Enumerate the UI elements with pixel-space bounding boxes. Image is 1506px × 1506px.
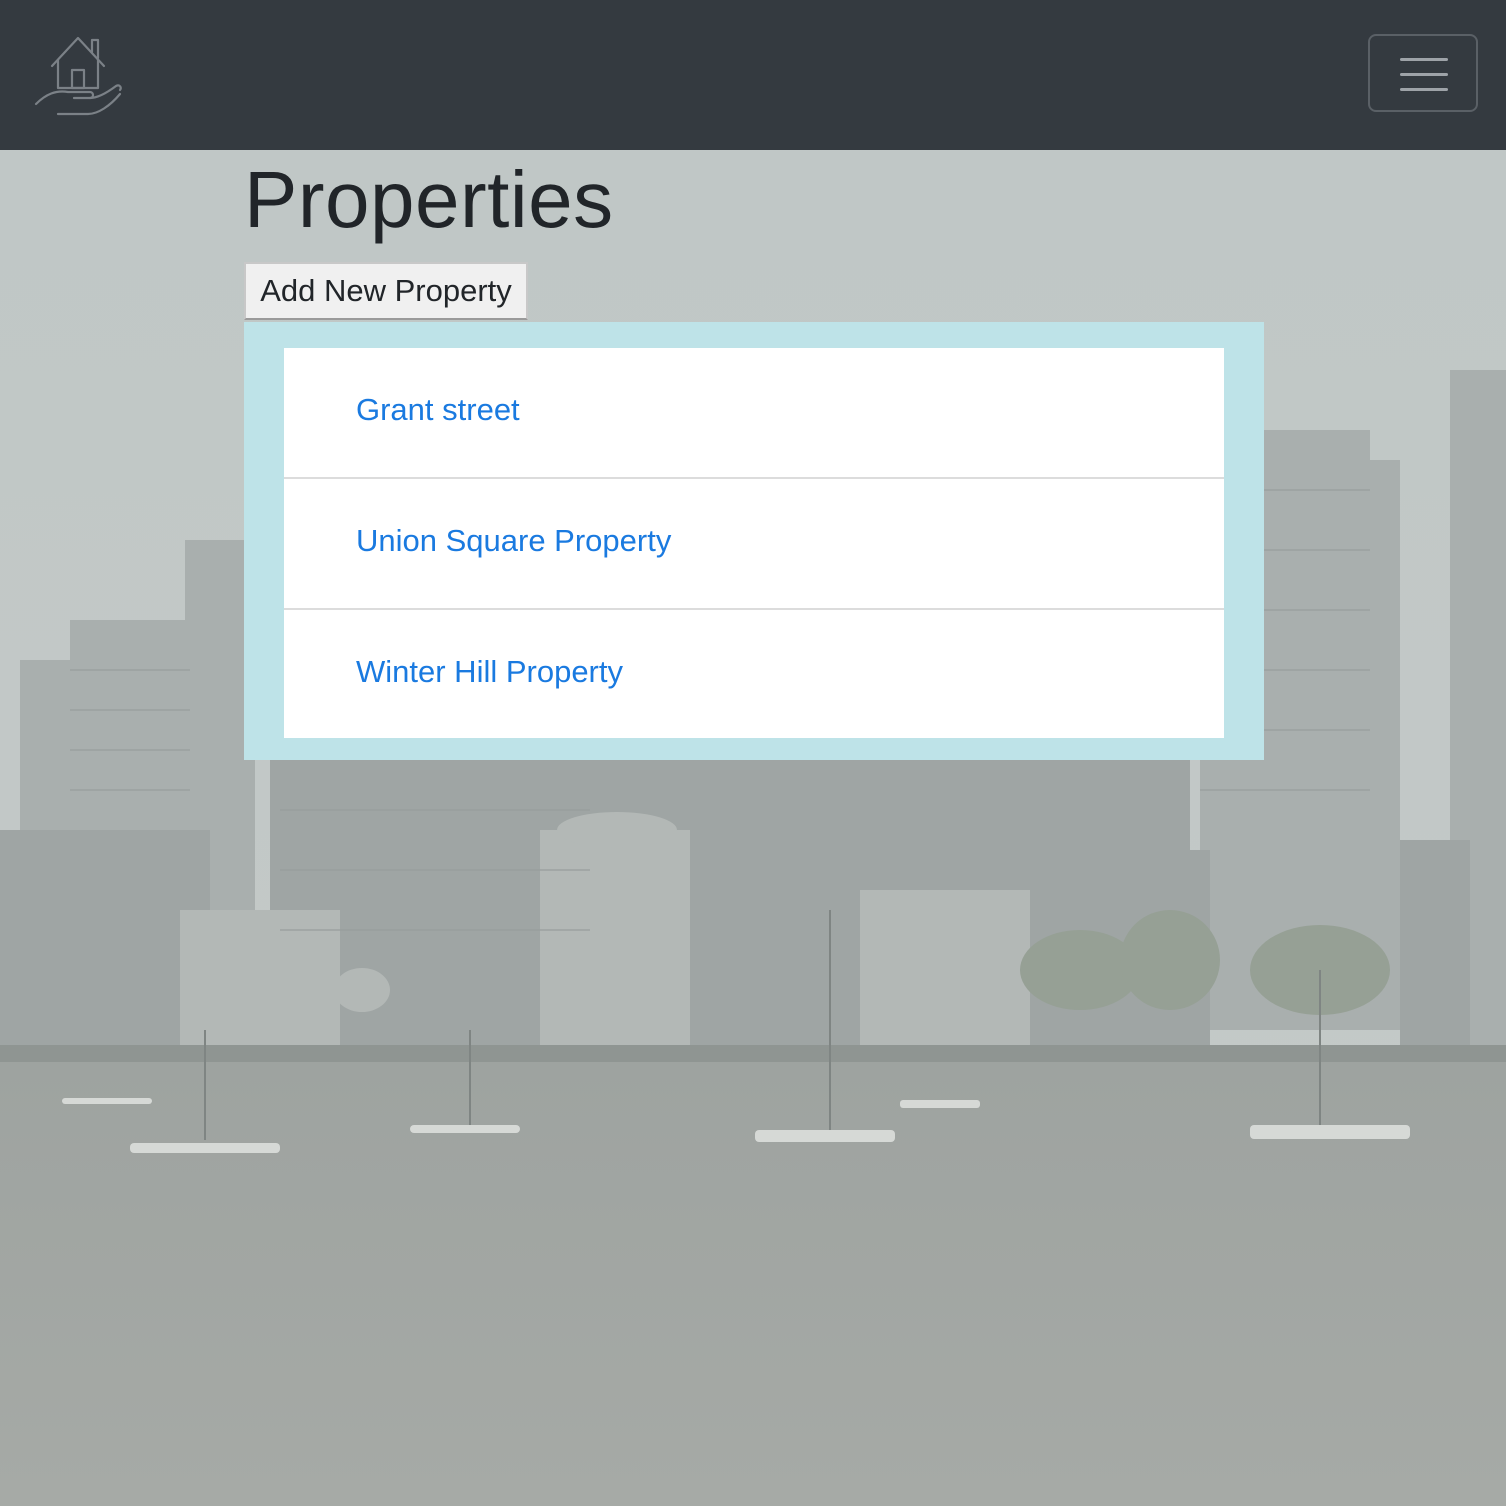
hamburger-menu-icon-line bbox=[1400, 88, 1448, 91]
hamburger-menu-icon bbox=[1400, 58, 1448, 61]
navbar-toggler-button[interactable] bbox=[1368, 34, 1478, 112]
property-link-winter-hill[interactable]: Winter Hill Property bbox=[356, 654, 623, 690]
list-item: Winter Hill Property bbox=[284, 610, 1224, 738]
house-in-hand-icon[interactable] bbox=[32, 32, 124, 118]
properties-list: Grant street Union Square Property Winte… bbox=[284, 348, 1224, 738]
property-link-union-square[interactable]: Union Square Property bbox=[356, 523, 671, 559]
property-link-grant-street[interactable]: Grant street bbox=[356, 392, 520, 428]
page-title: Properties bbox=[244, 155, 614, 244]
add-new-property-button[interactable]: Add New Property bbox=[244, 262, 528, 320]
list-item: Union Square Property bbox=[284, 479, 1224, 610]
hamburger-menu-icon-line bbox=[1400, 73, 1448, 76]
properties-panel: Grant street Union Square Property Winte… bbox=[244, 322, 1264, 760]
list-item: Grant street bbox=[284, 348, 1224, 479]
top-navbar bbox=[0, 0, 1506, 150]
